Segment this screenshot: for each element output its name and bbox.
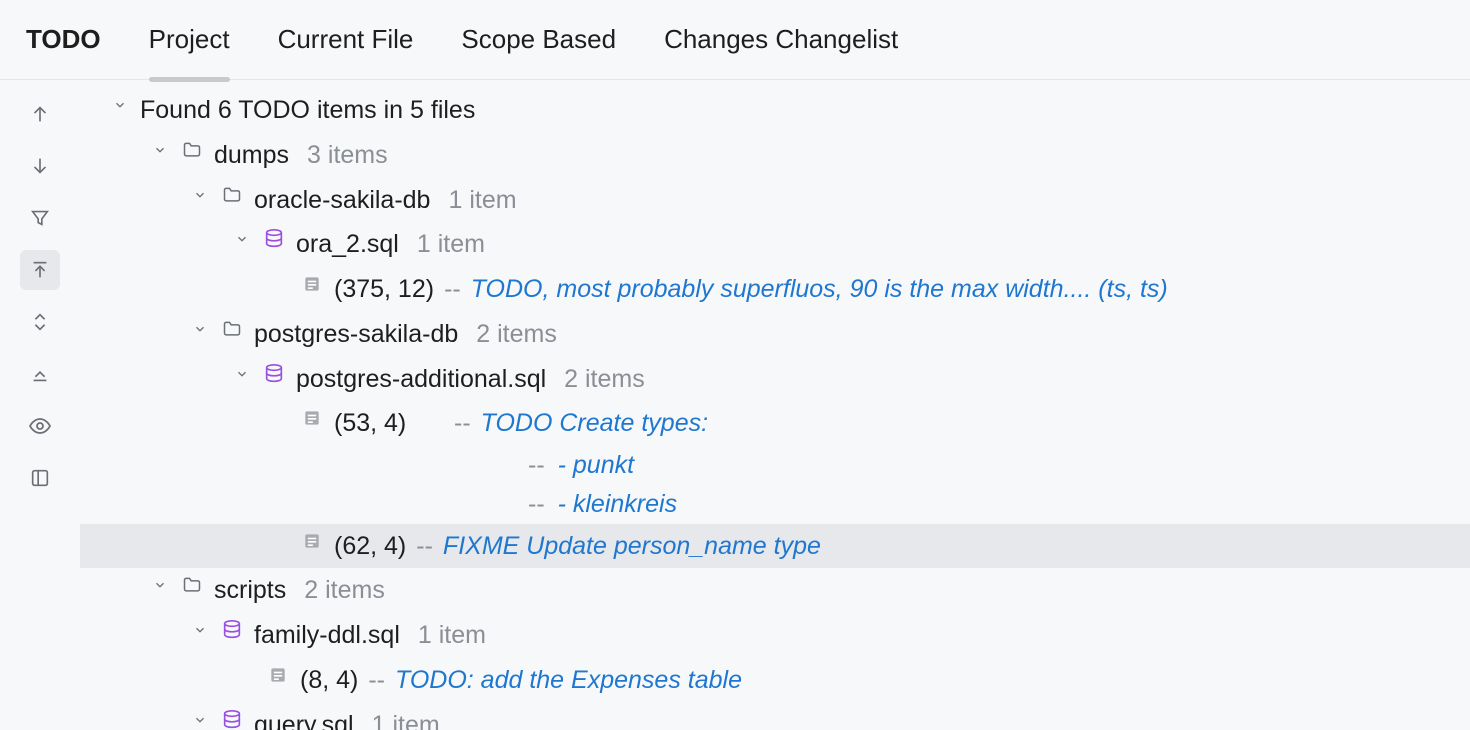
folder-icon — [220, 181, 244, 209]
chevron-down-icon[interactable] — [190, 181, 210, 209]
comment-dash: -- — [444, 270, 461, 309]
todo-item-row[interactable]: (62, 4) -- FIXME Update person_name type — [80, 524, 1470, 569]
chevron-down-icon[interactable] — [150, 571, 170, 599]
summary-text: Found 6 TODO items in 5 files — [140, 91, 475, 130]
file-name: postgres-additional.sql — [296, 360, 546, 399]
comment-dash: -- — [454, 404, 471, 443]
folder-name: dumps — [214, 136, 289, 175]
database-icon — [220, 616, 244, 644]
chevron-down-icon[interactable] — [232, 360, 252, 388]
todo-comment: TODO Create types: — [481, 404, 708, 443]
item-count: 1 item — [417, 225, 485, 264]
todo-item-row[interactable]: (53, 4) -- TODO Create types: — [80, 401, 1470, 446]
arrow-down-icon[interactable] — [20, 146, 60, 186]
database-icon — [262, 225, 286, 253]
panel-body: Found 6 TODO items in 5 files dumps 3 it… — [0, 80, 1470, 730]
tab-scope-based[interactable]: Scope Based — [461, 24, 616, 55]
folder-icon — [180, 136, 204, 164]
comment-dash: -- — [528, 490, 552, 518]
todo-comment-extra: -- - punkt — [80, 446, 1470, 485]
arrow-up-icon[interactable] — [20, 94, 60, 134]
folder-row-postgres-sakila-db[interactable]: postgres-sakila-db 2 items — [80, 312, 1470, 357]
tab-current-file[interactable]: Current File — [278, 24, 414, 55]
layout-icon[interactable] — [20, 458, 60, 498]
todo-comment: TODO, most probably superfluos, 90 is th… — [471, 270, 1168, 309]
todo-position: (53, 4) — [334, 404, 444, 443]
preview-icon[interactable] — [20, 406, 60, 446]
file-name: ora_2.sql — [296, 225, 399, 264]
todo-item-row[interactable]: (8, 4) -- TODO: add the Expenses table — [80, 658, 1470, 703]
tab-changes-changelist[interactable]: Changes Changelist — [664, 24, 898, 55]
folder-icon — [220, 315, 244, 343]
panel-title: TODO — [26, 24, 101, 55]
comment-dash: -- — [528, 451, 552, 479]
file-name: family-ddl.sql — [254, 616, 400, 655]
item-count: 2 items — [304, 571, 385, 610]
database-icon — [262, 360, 286, 388]
folder-name: postgres-sakila-db — [254, 315, 458, 354]
todo-comment-extra: -- - kleinkreis — [80, 485, 1470, 524]
filter-icon[interactable] — [20, 198, 60, 238]
todo-position: (375, 12) — [334, 270, 434, 309]
todo-item-icon — [300, 270, 324, 298]
chevron-down-icon[interactable] — [150, 136, 170, 164]
chevron-down-icon[interactable] — [190, 706, 210, 730]
item-count: 2 items — [476, 315, 557, 354]
folder-row-oracle-sakila-db[interactable]: oracle-sakila-db 1 item — [80, 178, 1470, 223]
tree-summary-row[interactable]: Found 6 TODO items in 5 files — [80, 88, 1470, 133]
item-count: 3 items — [307, 136, 388, 175]
close-panel-icon[interactable] — [20, 354, 60, 394]
tab-project[interactable]: Project — [149, 24, 230, 55]
todo-comment: TODO: add the Expenses table — [395, 661, 742, 700]
chevron-down-icon[interactable] — [190, 616, 210, 644]
chevron-down-icon[interactable] — [190, 315, 210, 343]
chevron-down-icon[interactable] — [110, 91, 130, 119]
sort-icon[interactable] — [20, 302, 60, 342]
item-count: 1 item — [448, 181, 516, 220]
file-row-family-ddl[interactable]: family-ddl.sql 1 item — [80, 613, 1470, 658]
item-count: 1 item — [372, 706, 440, 730]
todo-comment: FIXME Update person_name type — [443, 527, 821, 566]
file-row-ora2[interactable]: ora_2.sql 1 item — [80, 222, 1470, 267]
tool-sidebar — [0, 80, 80, 730]
folder-name: oracle-sakila-db — [254, 181, 430, 220]
todo-item-icon — [266, 661, 290, 689]
todo-item-icon — [300, 404, 324, 432]
folder-name: scripts — [214, 571, 286, 610]
todo-item-row[interactable]: (375, 12) -- TODO, most probably superfl… — [80, 267, 1470, 312]
folder-row-dumps[interactable]: dumps 3 items — [80, 133, 1470, 178]
chevron-down-icon[interactable] — [232, 225, 252, 253]
todo-position: (8, 4) — [300, 661, 358, 700]
todo-item-icon — [300, 527, 324, 555]
folder-icon — [180, 571, 204, 599]
file-row-query[interactable]: query.sql 1 item — [80, 703, 1470, 730]
comment-dash: -- — [368, 661, 385, 700]
item-count: 1 item — [418, 616, 486, 655]
file-row-postgres-additional[interactable]: postgres-additional.sql 2 items — [80, 357, 1470, 402]
comment-dash: -- — [416, 527, 433, 566]
file-name: query.sql — [254, 706, 354, 730]
database-icon — [220, 706, 244, 730]
collapse-icon[interactable] — [20, 250, 60, 290]
todo-position: (62, 4) — [334, 527, 406, 566]
folder-row-scripts[interactable]: scripts 2 items — [80, 568, 1470, 613]
item-count: 2 items — [564, 360, 645, 399]
panel-header: TODO Project Current File Scope Based Ch… — [0, 0, 1470, 80]
todo-tree: Found 6 TODO items in 5 files dumps 3 it… — [80, 80, 1470, 730]
